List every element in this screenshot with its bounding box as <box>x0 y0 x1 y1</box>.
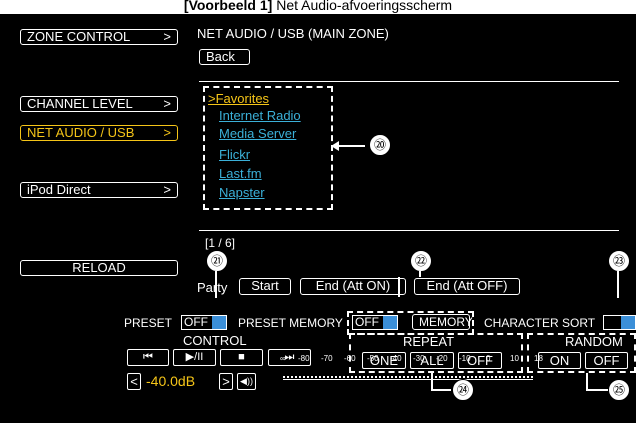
caption-bold: [Voorbeeld 1] <box>183 0 273 13</box>
memory-button[interactable]: MEMORY <box>412 314 473 330</box>
callout-line <box>335 145 365 147</box>
list-bottom-divider <box>199 230 619 231</box>
chevron-down-icon <box>212 316 226 329</box>
stop-button[interactable]: ■ <box>220 349 263 366</box>
callout-line <box>431 389 451 391</box>
preset-memory-value: OFF <box>355 315 379 329</box>
list-item-lastfm[interactable]: Last.fm <box>219 166 262 181</box>
scale-label: ∞ <box>280 354 286 363</box>
zone-control-button[interactable]: ZONE CONTROL > <box>20 29 178 45</box>
scale-label: -70 <box>321 354 333 363</box>
list-item-favorites[interactable]: >Favorites <box>208 91 269 106</box>
volume-down-button[interactable]: < <box>127 373 141 390</box>
callout-21: ㉑ <box>206 250 228 272</box>
previous-button[interactable]: ⏮ <box>127 349 169 366</box>
repeat-all-button[interactable]: ALL <box>410 352 454 369</box>
preset-value: OFF <box>184 315 208 329</box>
skip-back-icon: ⏮ <box>143 351 153 363</box>
volume-meter <box>283 376 533 378</box>
control-label: CONTROL <box>183 333 247 348</box>
net-audio-usb-label: NET AUDIO / USB <box>27 125 135 140</box>
repeat-one-button[interactable]: ONE <box>362 352 406 369</box>
chevron-right-icon: > <box>163 182 171 197</box>
list-item-napster[interactable]: Napster <box>219 185 265 200</box>
list-top-divider <box>199 81 619 82</box>
list-item-flickr[interactable]: Flickr <box>219 147 250 162</box>
chevron-right-icon: > <box>163 96 171 111</box>
preset-memory-label: PRESET MEMORY <box>238 316 343 330</box>
callout-24: ㉔ <box>452 379 474 401</box>
speaker-icon: ◀)) <box>240 376 253 386</box>
channel-level-button[interactable]: CHANNEL LEVEL > <box>20 96 178 112</box>
party-label: Party <box>197 280 228 295</box>
callout-23: ㉓ <box>608 250 630 272</box>
party-start-button[interactable]: Start <box>239 278 291 295</box>
volume-track[interactable] <box>283 379 533 380</box>
zone-control-label: ZONE CONTROL <box>27 29 131 44</box>
volume-value: -40.0dB <box>146 373 196 389</box>
callout-line <box>617 271 619 298</box>
mute-button[interactable]: ◀)) <box>237 373 256 390</box>
repeat-off-button[interactable]: OFF <box>458 352 502 369</box>
net-audio-usb-button[interactable]: NET AUDIO / USB > <box>20 125 178 141</box>
chevron-right-icon: > <box>163 29 171 44</box>
reload-button[interactable]: RELOAD <box>20 260 178 276</box>
repeat-label: REPEAT <box>403 334 455 349</box>
page-title: NET AUDIO / USB (MAIN ZONE) <box>197 26 389 41</box>
callout-25: ㉕ <box>608 379 630 401</box>
character-sort-dropdown[interactable] <box>603 315 636 330</box>
list-item-internet-radio[interactable]: Internet Radio <box>219 108 301 123</box>
chevron-down-icon <box>621 316 635 329</box>
callout-line <box>215 271 217 298</box>
play-pause-button[interactable]: ▶/II <box>173 349 216 366</box>
character-sort-label: CHARACTER SORT <box>484 316 596 330</box>
page-indicator: [1 / 6] <box>205 236 236 250</box>
callout-20: ⑳ <box>369 134 391 156</box>
ipod-direct-label: iPod Direct <box>27 182 91 197</box>
list-item-media-server[interactable]: Media Server <box>219 126 296 141</box>
preset-label: PRESET <box>124 316 173 330</box>
preset-dropdown[interactable]: OFF <box>181 315 227 330</box>
scale-label: -80 <box>298 354 310 363</box>
stop-icon: ■ <box>238 351 245 363</box>
callout-line <box>419 271 421 277</box>
callout-22: ㉒ <box>410 250 432 272</box>
ipod-direct-button[interactable]: iPod Direct > <box>20 182 178 198</box>
arrow-left-icon <box>331 141 339 151</box>
back-button[interactable]: Back <box>199 49 250 65</box>
play-pause-icon: ▶/II <box>185 351 204 363</box>
caption-text: Net Audio-afvoeringsscherm <box>276 0 453 13</box>
web-control-screen: ZONE CONTROL > CHANNEL LEVEL > NET AUDIO… <box>0 14 636 423</box>
preset-memory-dropdown[interactable]: OFF <box>352 315 398 330</box>
party-end-att-on-button[interactable]: End (Att ON) <box>300 278 406 295</box>
party-end-att-off-button[interactable]: End (Att OFF) <box>414 278 520 295</box>
volume-up-button[interactable]: > <box>219 373 233 390</box>
chevron-right-icon: > <box>163 125 171 140</box>
random-on-button[interactable]: ON <box>538 352 581 369</box>
channel-level-label: CHANNEL LEVEL <box>27 96 133 111</box>
callout-line <box>586 389 608 391</box>
callout-line <box>398 277 400 297</box>
random-label: RANDOM <box>565 334 623 349</box>
chevron-down-icon <box>383 316 397 329</box>
random-off-button[interactable]: OFF <box>585 352 628 369</box>
